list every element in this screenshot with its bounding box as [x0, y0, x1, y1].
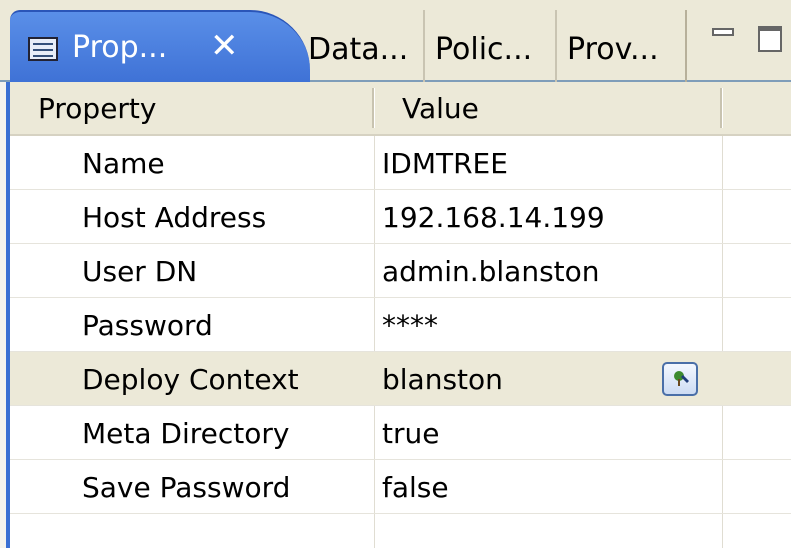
table-body: Name IDMTREE Host Address 192.168.14.199…	[10, 136, 791, 548]
tab-properties-label: Prop...	[72, 30, 168, 65]
property-name-cell: Save Password	[82, 471, 291, 504]
table-row-empty	[10, 514, 791, 548]
property-value-cell[interactable]: true	[382, 417, 439, 450]
table-row[interactable]: Meta Directory true	[10, 406, 791, 460]
table-header: Property Value	[10, 82, 791, 136]
property-value-cell[interactable]: false	[382, 471, 449, 504]
table-row[interactable]: Host Address 192.168.14.199	[10, 190, 791, 244]
property-name-cell: User DN	[82, 255, 198, 288]
property-name-cell: Meta Directory	[82, 417, 290, 450]
password-value-cell[interactable]: ****	[382, 309, 438, 342]
property-name-cell: Name	[82, 147, 165, 180]
tab-properties[interactable]: Prop... ✕	[10, 10, 310, 82]
column-header-value[interactable]: Value	[402, 92, 479, 125]
view-left-edge	[0, 0, 10, 548]
table-row[interactable]: User DN admin.blanston	[10, 244, 791, 298]
tab-strip: Prop... ✕ Data... Polic... Prov...	[0, 0, 791, 82]
table-row[interactable]: Name IDMTREE	[10, 136, 791, 190]
table-row-selected[interactable]: Deploy Context blanston	[10, 352, 791, 406]
column-header-property[interactable]: Property	[38, 92, 156, 125]
property-name-cell: Deploy Context	[82, 363, 299, 396]
property-name-cell: Host Address	[82, 201, 267, 234]
table-row[interactable]: Password ****	[10, 298, 791, 352]
column-separator[interactable]	[372, 88, 375, 128]
maximize-icon[interactable]	[758, 26, 782, 52]
property-value-cell[interactable]: IDMTREE	[382, 147, 508, 180]
tab-policy[interactable]: Polic...	[427, 10, 557, 82]
property-name-cell: Password	[82, 309, 213, 342]
column-separator[interactable]	[720, 88, 723, 128]
minimize-icon[interactable]	[712, 28, 734, 36]
browse-button[interactable]	[662, 362, 698, 396]
property-value-cell[interactable]: admin.blanston	[382, 255, 600, 288]
property-value-cell[interactable]: 192.168.14.199	[382, 201, 605, 234]
properties-list-icon	[28, 37, 58, 61]
property-value-cell[interactable]: blanston	[382, 363, 503, 396]
close-icon[interactable]: ✕	[210, 26, 239, 66]
table-row[interactable]: Save Password false	[10, 460, 791, 514]
properties-table: Property Value Name IDMTREE Host Address…	[10, 82, 791, 548]
tab-data[interactable]: Data...	[300, 10, 425, 82]
tab-divider	[685, 10, 687, 82]
tree-browse-icon	[674, 371, 689, 386]
tab-provisioning[interactable]: Prov...	[559, 10, 687, 82]
